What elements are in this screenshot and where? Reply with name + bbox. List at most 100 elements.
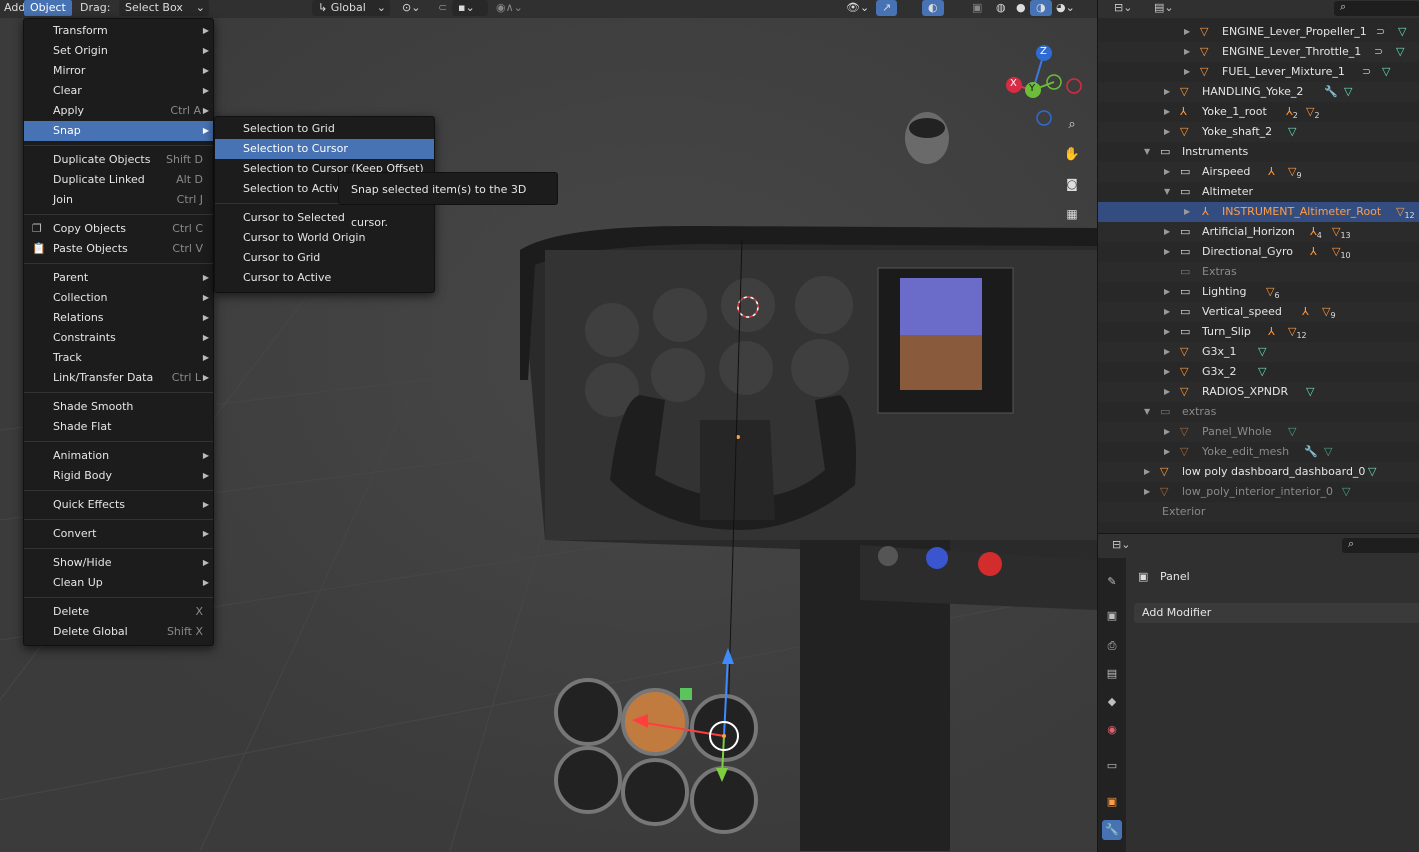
- outliner-row[interactable]: ▶ ▽ G3x_2 ▽: [1098, 362, 1419, 382]
- editor-type-icon[interactable]: ⊟⌄: [1112, 538, 1130, 551]
- menu-item-cursor-to-world-origin[interactable]: Cursor to World Origin: [215, 228, 434, 248]
- menu-item-relations[interactable]: Relations ▶: [24, 308, 213, 328]
- snap-icon[interactable]: ⊂: [432, 0, 453, 16]
- outliner-row[interactable]: ▼ ▭ Instruments: [1098, 142, 1419, 162]
- outliner-row[interactable]: ▶ ▽ low_poly_interior_interior_0 ▽: [1098, 482, 1419, 502]
- expand-arrow-icon[interactable]: ▶: [1144, 482, 1150, 502]
- display-mode-icon[interactable]: ⊟⌄: [1114, 1, 1132, 14]
- menu-item-track[interactable]: Track ▶: [24, 348, 213, 368]
- menu-item-transform[interactable]: Transform ▶: [24, 21, 213, 41]
- outliner-row[interactable]: ▶ ▽ Yoke_shaft_2 ▽: [1098, 122, 1419, 142]
- menu-item-cursor-to-active[interactable]: Cursor to Active: [215, 268, 434, 288]
- menu-item-animation[interactable]: Animation ▶: [24, 446, 213, 466]
- expand-arrow-icon[interactable]: ▶: [1164, 82, 1170, 102]
- outliner-row-selected[interactable]: ▶ ⅄ INSTRUMENT_Altimeter_Root ▽12: [1098, 202, 1419, 222]
- overlay-toggle-icon[interactable]: ◐: [922, 0, 944, 16]
- menu-item-cursor-to-grid[interactable]: Cursor to Grid: [215, 248, 434, 268]
- menu-item-snap[interactable]: Snap ▶: [24, 121, 213, 141]
- expand-arrow-icon[interactable]: ▶: [1164, 302, 1170, 322]
- proportional-edit-icon[interactable]: ◉∧⌄: [490, 0, 529, 16]
- expand-arrow-icon[interactable]: ▶: [1164, 322, 1170, 342]
- expand-arrow-icon[interactable]: ▶: [1184, 62, 1190, 82]
- menu-item-collection[interactable]: Collection ▶: [24, 288, 213, 308]
- outliner-row[interactable]: ▶ ▽ G3x_1 ▽: [1098, 342, 1419, 362]
- outliner-row[interactable]: ▶ ▭ Airspeed ⅄ ▽9: [1098, 162, 1419, 182]
- outliner-row[interactable]: ▶ ▽ HANDLING_Yoke_2 🔧 ▽: [1098, 82, 1419, 102]
- camera-icon[interactable]: ◙: [1063, 177, 1081, 195]
- menu-item-copy-objects[interactable]: ❐ Copy Objects Ctrl C: [24, 219, 213, 239]
- select-box-dropdown[interactable]: Select Box ⌄: [119, 0, 209, 16]
- expand-arrow-icon[interactable]: ▶: [1184, 202, 1190, 222]
- outliner-row[interactable]: ▶ ▭ Turn_Slip ⅄ ▽12: [1098, 322, 1419, 342]
- menu-item-mirror[interactable]: Mirror ▶: [24, 61, 213, 81]
- add-modifier-button[interactable]: Add Modifier: [1134, 603, 1419, 623]
- tool-tab-icon[interactable]: ✎: [1102, 572, 1122, 592]
- object-menu[interactable]: Object: [24, 0, 72, 16]
- menu-item-selection-to-grid[interactable]: Selection to Grid: [215, 119, 434, 139]
- menu-item-duplicate-linked[interactable]: Duplicate Linked Alt D: [24, 170, 213, 190]
- pivot-icon[interactable]: ⊙⌄: [396, 0, 426, 16]
- menu-item-duplicate-objects[interactable]: Duplicate Objects Shift D: [24, 150, 213, 170]
- outliner-row[interactable]: ▶ ▽ ENGINE_Lever_Throttle_1 ⊃ ▽: [1098, 42, 1419, 62]
- modifier-tab-icon[interactable]: 🔧: [1102, 820, 1122, 840]
- outliner-row[interactable]: ▶ ⅄ Yoke_1_root ⅄2 ▽2: [1098, 102, 1419, 122]
- collapse-arrow-icon[interactable]: ▼: [1144, 142, 1150, 162]
- menu-item-convert[interactable]: Convert ▶: [24, 524, 213, 544]
- expand-arrow-icon[interactable]: ▶: [1164, 242, 1170, 262]
- menu-item-clean-up[interactable]: Clean Up ▶: [24, 573, 213, 593]
- pan-hand-icon[interactable]: ✋: [1063, 147, 1081, 165]
- collapse-arrow-icon[interactable]: ▼: [1164, 182, 1170, 202]
- snap-target-dropdown[interactable]: ▪⌄: [452, 0, 488, 16]
- expand-arrow-icon[interactable]: ▶: [1144, 462, 1150, 482]
- expand-arrow-icon[interactable]: ▶: [1164, 422, 1170, 442]
- material-shading-icon[interactable]: ◑: [1030, 0, 1052, 16]
- expand-arrow-icon[interactable]: ▶: [1164, 222, 1170, 242]
- menu-item-join[interactable]: Join Ctrl J: [24, 190, 213, 210]
- gizmo-toggle-icon[interactable]: ↗: [876, 0, 898, 16]
- outliner-row[interactable]: ▶ ▽ low poly dashboard_dashboard_0 ▽: [1098, 462, 1419, 482]
- menu-item-shade-smooth[interactable]: Shade Smooth: [24, 397, 213, 417]
- outliner-row[interactable]: ▶ ▭ Artificial_Horizon ⅄4 ▽13: [1098, 222, 1419, 242]
- menu-item-paste-objects[interactable]: 📋 Paste Objects Ctrl V: [24, 239, 213, 259]
- outliner-row[interactable]: ▶ ▭ Directional_Gyro ⅄ ▽10: [1098, 242, 1419, 262]
- expand-arrow-icon[interactable]: ▶: [1164, 362, 1170, 382]
- menu-item-apply[interactable]: Apply Ctrl A ▶: [24, 101, 213, 121]
- outliner-row[interactable]: ▼ ▭ extras: [1098, 402, 1419, 422]
- menu-item-rigid-body[interactable]: Rigid Body ▶: [24, 466, 213, 486]
- outliner-row[interactable]: ▶ ▭ Lighting ▽6: [1098, 282, 1419, 302]
- orientation-dropdown[interactable]: ↳ Global ⌄: [312, 0, 390, 16]
- outliner-row[interactable]: ▶ ▽ FUEL_Lever_Mixture_1 ⊃ ▽: [1098, 62, 1419, 82]
- output-tab-icon[interactable]: ⎙: [1102, 636, 1122, 656]
- expand-arrow-icon[interactable]: ▶: [1164, 342, 1170, 362]
- outliner-row[interactable]: ▶ ▽ RADIOS_XPNDR ▽: [1098, 382, 1419, 402]
- menu-item-clear[interactable]: Clear ▶: [24, 81, 213, 101]
- menu-item-parent[interactable]: Parent ▶: [24, 268, 213, 288]
- expand-arrow-icon[interactable]: ▶: [1164, 102, 1170, 122]
- solid-shading-icon[interactable]: ●: [1010, 0, 1032, 16]
- world-tab-icon[interactable]: ◉: [1102, 720, 1122, 740]
- filter-icon[interactable]: ▤⌄: [1154, 1, 1174, 14]
- zoom-icon[interactable]: ⌕: [1063, 117, 1081, 135]
- menu-item-constraints[interactable]: Constraints ▶: [24, 328, 213, 348]
- menu-item-quick-effects[interactable]: Quick Effects ▶: [24, 495, 213, 515]
- menu-item-show-hide[interactable]: Show/Hide ▶: [24, 553, 213, 573]
- expand-arrow-icon[interactable]: ▶: [1164, 282, 1170, 302]
- expand-arrow-icon[interactable]: ▶: [1184, 22, 1190, 42]
- view-layer-tab-icon[interactable]: ▤: [1102, 664, 1122, 684]
- outliner-row[interactable]: ▶ ▽ Panel_Whole ▽: [1098, 422, 1419, 442]
- object-tab-icon[interactable]: ▣: [1102, 792, 1122, 812]
- xray-icon[interactable]: ▣: [966, 0, 988, 16]
- expand-arrow-icon[interactable]: ▶: [1164, 382, 1170, 402]
- collapse-arrow-icon[interactable]: ▼: [1144, 402, 1150, 422]
- expand-arrow-icon[interactable]: ▶: [1164, 442, 1170, 462]
- menu-item-selection-to-cursor[interactable]: Selection to Cursor: [215, 139, 434, 159]
- wireframe-shading-icon[interactable]: ◍: [990, 0, 1012, 16]
- menu-item-link-transfer-data[interactable]: Link/Transfer Data Ctrl L ▶: [24, 368, 213, 388]
- navigation-gizmo[interactable]: Z X Y: [1000, 32, 1090, 128]
- outliner-row[interactable]: ▼ ▭ Altimeter: [1098, 182, 1419, 202]
- menu-item-delete-global[interactable]: Delete Global Shift X: [24, 622, 213, 642]
- expand-arrow-icon[interactable]: ▶: [1184, 42, 1190, 62]
- expand-arrow-icon[interactable]: ▶: [1164, 122, 1170, 142]
- collection-tab-icon[interactable]: ▭: [1102, 756, 1122, 776]
- outliner-row[interactable]: ▶ ▽ Yoke_edit_mesh 🔧 ▽: [1098, 442, 1419, 462]
